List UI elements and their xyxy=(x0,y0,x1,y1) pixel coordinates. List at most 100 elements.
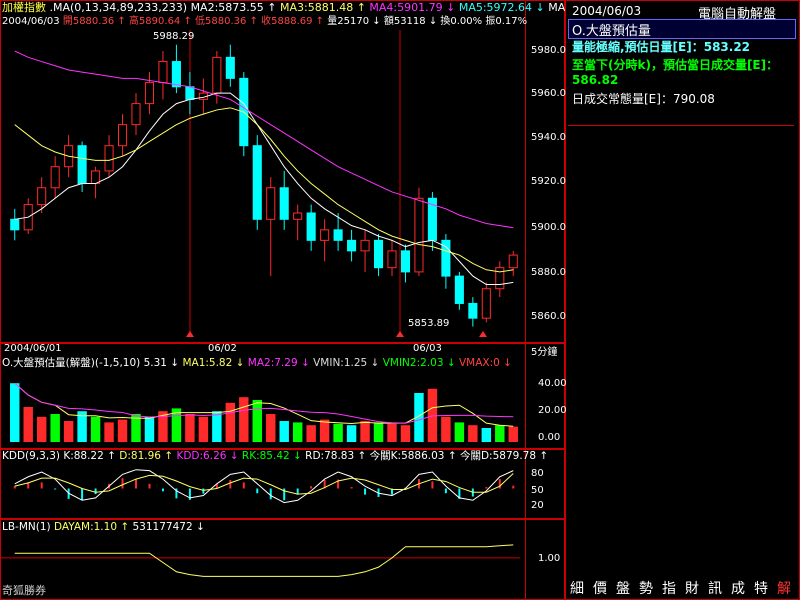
quote-open: 開5880.36 ↑ xyxy=(62,16,126,27)
btn-board[interactable]: 盤 xyxy=(616,580,630,598)
day-marker xyxy=(186,331,194,337)
volume-bar xyxy=(292,422,303,442)
side-section-title[interactable]: O.大盤預估量 xyxy=(568,19,796,39)
candle-body xyxy=(144,82,155,105)
btn-finance[interactable]: 財 xyxy=(685,580,699,598)
volume-value: 5.31 ↓ xyxy=(143,357,180,369)
y-tick: 5900.0 xyxy=(531,222,566,233)
candle-body xyxy=(225,56,235,79)
quote-close: 收5888.69 ↑ xyxy=(261,16,325,27)
y-tick: 5960.0 xyxy=(531,88,566,99)
ma3-value: MA3:5881.48 ↑ xyxy=(279,1,366,14)
lbmn-dayam-line xyxy=(14,544,514,577)
candle-body xyxy=(212,56,222,94)
kdd-header: KDD(9,3,3) K:88.22 ↑ D:81.96 ↑ KDD:6.26 … xyxy=(2,450,548,463)
ma-header: .MA(0,13,34,89,233,233) xyxy=(49,1,188,14)
x-label: 2004/06/01 xyxy=(4,343,62,354)
candle-body xyxy=(373,239,384,269)
side-line-2: 至當下(分時k)，預估當日成交量[E]：586.82 xyxy=(572,58,779,87)
volume-bar xyxy=(400,425,411,442)
candle-body xyxy=(266,187,276,220)
side-line-3: 日成交常態量[E]：790.08 xyxy=(572,92,715,106)
candle-body xyxy=(77,145,87,185)
volume-bar xyxy=(104,422,114,442)
y-tick: 5880.0 xyxy=(531,267,566,278)
volume-bar xyxy=(454,422,465,442)
volume-bar xyxy=(387,423,397,442)
kdd-d: D:81.96 ↑ xyxy=(119,450,174,462)
candle-body xyxy=(387,250,397,269)
candle-body xyxy=(117,124,128,147)
candle-body xyxy=(481,288,491,319)
annotation-high: 5988.29 xyxy=(153,31,195,42)
ma2-value: MA2:5873.55 ↑ xyxy=(190,1,277,14)
kdd-k: K:88.22 ↑ xyxy=(63,450,116,462)
candle-body xyxy=(333,229,343,241)
candle-body xyxy=(10,218,20,231)
btn-special[interactable]: 特 xyxy=(754,580,768,598)
volume-bar xyxy=(346,425,357,442)
kdd-rk: RK:85.42 ↓ xyxy=(241,450,302,462)
lbmn-title[interactable]: LB-MN(1) xyxy=(2,521,51,533)
x-label: 06/03 xyxy=(413,343,442,354)
kdd-d-line xyxy=(14,473,514,495)
y-tick: 5980.0 xyxy=(531,45,566,56)
volume-title[interactable]: O.大盤預估量(解盤)(-1,5,10) xyxy=(2,357,140,369)
volume-bar xyxy=(441,416,451,442)
side-panel xyxy=(565,0,800,600)
candle-body xyxy=(468,302,478,319)
btn-trade[interactable]: 成 xyxy=(731,580,745,598)
vol-tick: 0.00 xyxy=(538,432,561,443)
side-date: 2004/06/03 xyxy=(572,4,642,18)
btn-index[interactable]: 指 xyxy=(662,580,676,598)
lbmn-value: 531177472 ↓ xyxy=(132,521,205,533)
index-title[interactable]: 加權指數 xyxy=(2,1,46,14)
x-label: 06/02 xyxy=(208,343,237,354)
candle-body xyxy=(454,275,464,304)
candle-body xyxy=(131,103,141,126)
btn-news[interactable]: 訊 xyxy=(708,580,722,598)
side-section-title-text: O.大盤預估量 xyxy=(572,24,651,39)
btn-detail[interactable]: 細 xyxy=(570,580,584,598)
day-marker xyxy=(479,331,487,337)
volume-ma1: MA1:5.82 ↓ xyxy=(182,357,245,369)
volume-bar xyxy=(36,416,47,442)
btn-price[interactable]: 價 xyxy=(593,580,607,598)
btn-trend[interactable]: 勢 xyxy=(639,580,653,598)
ma4-line xyxy=(14,50,514,229)
volume-bar xyxy=(23,407,33,442)
ma3-line xyxy=(14,107,514,273)
annotation-low: 5853.89 xyxy=(408,318,450,329)
vol-tick: 20.00 xyxy=(538,405,567,416)
volume-vmin: VMIN:1.25 ↓ xyxy=(313,357,380,369)
candle-body xyxy=(347,239,357,252)
volume-bar xyxy=(185,414,195,442)
broker-name: 奇狐勝券 xyxy=(2,584,46,597)
quote-date: 2004/06/03 xyxy=(2,16,60,27)
volume-ma2: MA2:7.29 ↓ xyxy=(247,357,310,369)
kdd-title[interactable]: KDD(9,3,3) xyxy=(2,450,60,462)
candle-body xyxy=(414,197,424,273)
y-tick: 5860.0 xyxy=(531,311,566,322)
volume-bar xyxy=(319,419,330,442)
ma-more: MA xyxy=(548,1,566,14)
kdd-k-line xyxy=(14,469,514,504)
candle-body xyxy=(279,187,289,220)
chart-canvas[interactable] xyxy=(0,0,565,600)
quote-amplitude: 振0.17% xyxy=(485,16,528,27)
volume-bar xyxy=(212,411,222,442)
lbmn-tick: 1.00 xyxy=(538,553,561,564)
candle-body xyxy=(104,145,114,172)
day-marker xyxy=(396,331,404,337)
quote-low: 低5880.36 ↑ xyxy=(195,16,258,27)
volume-bar xyxy=(266,414,276,442)
volume-bar xyxy=(306,425,316,442)
volume-bar xyxy=(144,416,155,442)
ma4-value: MA4:5901.79 ↓ xyxy=(369,1,456,14)
interval-label[interactable]: 5分鐘 xyxy=(531,343,557,358)
volume-bar xyxy=(198,416,209,442)
volume-bar xyxy=(90,416,101,442)
y-tick: 5940.0 xyxy=(531,132,566,143)
btn-analysis[interactable]: 解 xyxy=(777,580,791,598)
candle-body xyxy=(293,212,303,220)
